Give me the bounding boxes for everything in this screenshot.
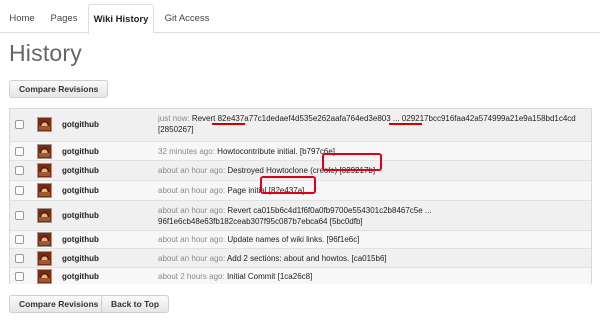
compare-revisions-button-top[interactable]: Compare Revisions [9,80,109,98]
revision-text: Revert [191,114,218,123]
revision-text: Destroyed Howtoclone (creole) [227,166,338,175]
author-link[interactable]: gotgithub [62,186,99,195]
avatar [37,269,52,284]
revision-checkbox[interactable] [15,211,24,220]
table-row: gotgithub about an hour ago: Revert ca01… [10,200,591,230]
revision-text-continued: 96f1e6cb48e63fb182ceab307f95c087b7ebca64… [158,217,363,226]
revision-text: Add 2 sections: about and howtos. [ca015… [226,254,387,263]
annotation-underline [212,123,245,125]
avatar [37,144,52,159]
revision-time: about an hour ago: [158,186,226,195]
revision-time: about an hour ago: [158,206,226,215]
tab-pages[interactable]: Pages [44,4,84,33]
revision-checkbox[interactable] [15,147,24,156]
tab-wiki-history[interactable]: Wiki History [88,4,154,34]
author-link[interactable]: gotgithub [62,211,99,220]
avatar [37,183,52,198]
revision-message: about 2 hours ago: Initial Commit [1ca26… [158,271,588,282]
author-link[interactable]: gotgithub [62,272,99,281]
revision-time: about an hour ago: [158,235,226,244]
table-row: gotgithub 32 minutes ago: Howtocontribut… [10,141,591,160]
author-link[interactable]: gotgithub [62,147,99,156]
revision-checkbox[interactable] [15,272,24,281]
tab-git-access[interactable]: Git Access [158,4,216,33]
compare-revisions-button-bottom[interactable]: Compare Revisions [9,295,109,313]
revert-from-sha[interactable]: 82e437a77c1dedaef4d535e262aafa764ed3e803 [218,114,391,123]
author-link[interactable]: gotgithub [62,254,99,263]
revision-checkbox[interactable] [15,120,24,129]
revisions-table: gotgithub just now: Revert 82e437a77c1de… [9,108,592,284]
revision-checkbox[interactable] [15,186,24,195]
author-link[interactable]: gotgithub [62,235,99,244]
revision-message: about an hour ago: Update names of wiki … [158,234,588,245]
wiki-tab-bar: Home Pages Wiki History Git Access [0,0,600,34]
avatar [37,251,52,266]
revision-time: about an hour ago: [158,254,226,263]
revision-checkbox[interactable] [15,235,24,244]
revision-checkbox[interactable] [15,166,24,175]
revision-time: just now: [158,114,190,123]
revision-text: Initial Commit [1ca26c8] [226,272,313,281]
revision-text: Update names of wiki links. [96f1e6c] [227,235,360,244]
annotation-box [260,176,316,194]
avatar [37,208,52,223]
revision-text: Revert ca015b6c4d1f6f0a0fb9700e554301c2b… [227,206,432,215]
revision-time: about 2 hours ago: [158,272,225,281]
page-title: History [9,40,82,66]
revision-time: 32 minutes ago: [158,147,215,156]
revision-text: Howtocontribute initial. [b797c6e] [217,147,336,156]
ellipsis: ... [390,114,402,123]
revision-checkbox[interactable] [15,254,24,263]
tab-home[interactable]: Home [4,4,40,33]
annotation-box [322,153,382,171]
avatar [37,163,52,178]
revision-message: about an hour ago: Revert ca015b6c4d1f6f… [158,205,588,227]
revision-message: about an hour ago: Page initial [82e437a… [158,185,588,196]
back-to-top-button[interactable]: Back to Top [101,295,170,313]
revision-message: about an hour ago: Add 2 sections: about… [158,253,588,264]
revision-sha[interactable]: [2850267] [158,125,194,134]
revert-to-sha[interactable]: 029217bcc916faa42a574999a21e9a158bd1c4cd [402,114,576,123]
table-row: gotgithub about an hour ago: Add 2 secti… [10,248,591,267]
avatar [37,117,52,132]
author-link[interactable]: gotgithub [62,166,99,175]
author-link[interactable]: gotgithub [62,120,99,129]
table-row: gotgithub about an hour ago: Update name… [10,230,591,248]
table-row: gotgithub about 2 hours ago: Initial Com… [10,267,591,284]
table-row: gotgithub just now: Revert 82e437a77c1de… [10,109,591,141]
annotation-underline [389,123,422,125]
avatar [37,232,52,247]
revision-time: about an hour ago: [158,166,226,175]
